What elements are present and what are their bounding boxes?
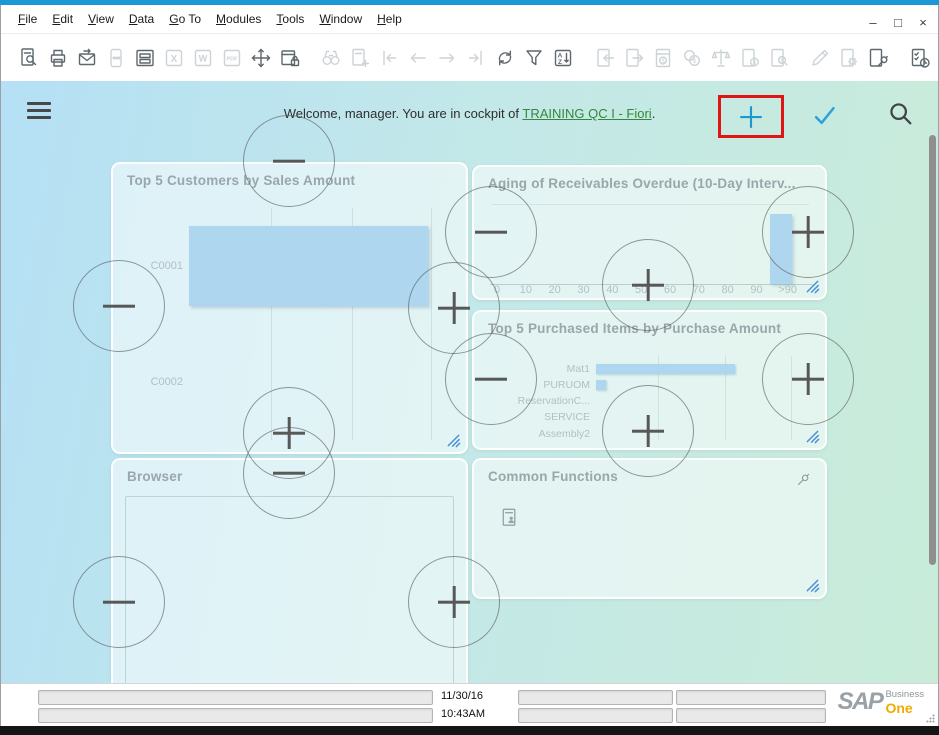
resize-handle[interactable]: [446, 433, 461, 448]
cockpit-link[interactable]: TRAINING QC I - Fiori: [522, 106, 651, 121]
scale-increase-button[interactable]: [602, 239, 694, 331]
sms-icon[interactable]: [104, 46, 128, 70]
toolbar: [1, 33, 938, 82]
export-pdf-icon[interactable]: [220, 46, 244, 70]
vertical-scrollbar-thumb[interactable]: [929, 135, 936, 565]
menu-edit[interactable]: Edit: [52, 12, 73, 26]
sap-business-one-window: File Edit View Data Go To Modules Tools …: [0, 0, 939, 735]
menu-help[interactable]: Help: [377, 12, 402, 26]
window-resize-grip[interactable]: [925, 713, 936, 724]
business-partner-doc-icon[interactable]: [498, 506, 521, 529]
scale-decrease-button[interactable]: [243, 427, 335, 519]
status-message-field: [38, 690, 433, 705]
menu-window[interactable]: Window: [319, 12, 362, 26]
minimize-button[interactable]: –: [865, 14, 881, 30]
lock-screen-icon[interactable]: [278, 46, 302, 70]
bar: [189, 226, 428, 306]
axis-tick-label: 90: [749, 284, 763, 296]
transaction-journal-icon[interactable]: [738, 46, 762, 70]
export-excel-icon[interactable]: [162, 46, 186, 70]
volume-weight-icon[interactable]: [709, 46, 733, 70]
sort-icon[interactable]: [551, 46, 575, 70]
menu-data[interactable]: Data: [129, 12, 154, 26]
axis-tick-label: 30: [576, 284, 590, 296]
email-icon[interactable]: [75, 46, 99, 70]
status-message-field: [38, 708, 433, 723]
axis-tick-label: 20: [548, 284, 562, 296]
scale-increase-button[interactable]: [408, 556, 500, 648]
menu-file[interactable]: File: [18, 12, 37, 26]
status-bar: 11/30/16 10:43AM SAP Business One: [1, 683, 938, 726]
form-settings-icon[interactable]: [837, 46, 861, 70]
export-word-icon[interactable]: [191, 46, 215, 70]
status-info-field: [518, 690, 673, 705]
base-document-icon[interactable]: [593, 46, 617, 70]
maximize-button[interactable]: □: [890, 14, 906, 30]
resize-handle[interactable]: [805, 429, 820, 444]
widget-title: Aging of Receivables Overdue (10-Day Int…: [474, 167, 825, 191]
scale-decrease-button[interactable]: [445, 333, 537, 425]
print-layout-icon[interactable]: [133, 46, 157, 70]
category-label: Assembly2: [488, 428, 596, 440]
target-document-icon[interactable]: [622, 46, 646, 70]
document-editing-icon[interactable]: [808, 46, 832, 70]
preview-icon[interactable]: [17, 46, 41, 70]
scale-decrease-button[interactable]: [445, 186, 537, 278]
message-alert-icon[interactable]: [937, 46, 939, 70]
approval-status-icon[interactable]: [908, 46, 932, 70]
payment-means-icon[interactable]: [651, 46, 675, 70]
menu-modules[interactable]: Modules: [216, 12, 261, 26]
scale-increase-button[interactable]: [762, 186, 854, 278]
status-time: 10:43AM: [441, 708, 485, 720]
find-icon[interactable]: [319, 46, 343, 70]
customize-icon[interactable]: [866, 46, 890, 70]
filter-icon[interactable]: [522, 46, 546, 70]
status-date: 11/30/16: [441, 690, 483, 702]
wrench-icon[interactable]: [793, 469, 812, 488]
add-record-icon[interactable]: [348, 46, 372, 70]
search-icon[interactable]: [887, 100, 915, 128]
resize-handle[interactable]: [805, 279, 820, 294]
cockpit-area: Welcome, manager. You are in cockpit of …: [1, 81, 938, 684]
widget-common-functions[interactable]: Common Functions: [472, 458, 827, 599]
status-info-field: [518, 708, 673, 723]
print-icon[interactable]: [46, 46, 70, 70]
scale-decrease-button[interactable]: [243, 115, 335, 207]
menu-view[interactable]: View: [88, 12, 114, 26]
resize-handle[interactable]: [805, 578, 820, 593]
window-controls: – □ ×: [865, 14, 931, 30]
status-info-field: [676, 708, 826, 723]
next-record-icon[interactable]: [435, 46, 459, 70]
taskbar-strip: [0, 726, 939, 735]
menu-go-to[interactable]: Go To: [169, 12, 201, 26]
bar: [596, 380, 606, 390]
menu-tools[interactable]: Tools: [276, 12, 304, 26]
previous-record-icon[interactable]: [406, 46, 430, 70]
add-widget-button[interactable]: [736, 102, 766, 132]
close-button[interactable]: ×: [915, 14, 931, 30]
journal-preview-icon[interactable]: [767, 46, 791, 70]
welcome-message: Welcome, manager. You are in cockpit of …: [1, 106, 938, 121]
scale-increase-button[interactable]: [602, 385, 694, 477]
gross-profit-icon[interactable]: [680, 46, 704, 70]
bar: [596, 364, 735, 374]
axis-tick-label: 10: [519, 284, 533, 296]
highlight-box: [718, 95, 784, 138]
axis-tick-label: >90: [778, 284, 797, 296]
menu-bar: File Edit View Data Go To Modules Tools …: [1, 5, 938, 33]
scale-increase-button[interactable]: [762, 333, 854, 425]
confirm-button[interactable]: [811, 102, 838, 129]
category-label: C0002: [127, 376, 189, 388]
status-info-field: [676, 690, 826, 705]
scale-decrease-button[interactable]: [73, 260, 165, 352]
move-icon[interactable]: [249, 46, 273, 70]
gridline: [492, 204, 809, 205]
browser-content-frame: [125, 496, 454, 684]
scale-decrease-button[interactable]: [73, 556, 165, 648]
axis-tick-label: 80: [721, 284, 735, 296]
refresh-icon[interactable]: [493, 46, 517, 70]
first-record-icon[interactable]: [377, 46, 401, 70]
last-record-icon[interactable]: [464, 46, 488, 70]
sap-business-one-logo: SAP Business One: [838, 690, 924, 715]
